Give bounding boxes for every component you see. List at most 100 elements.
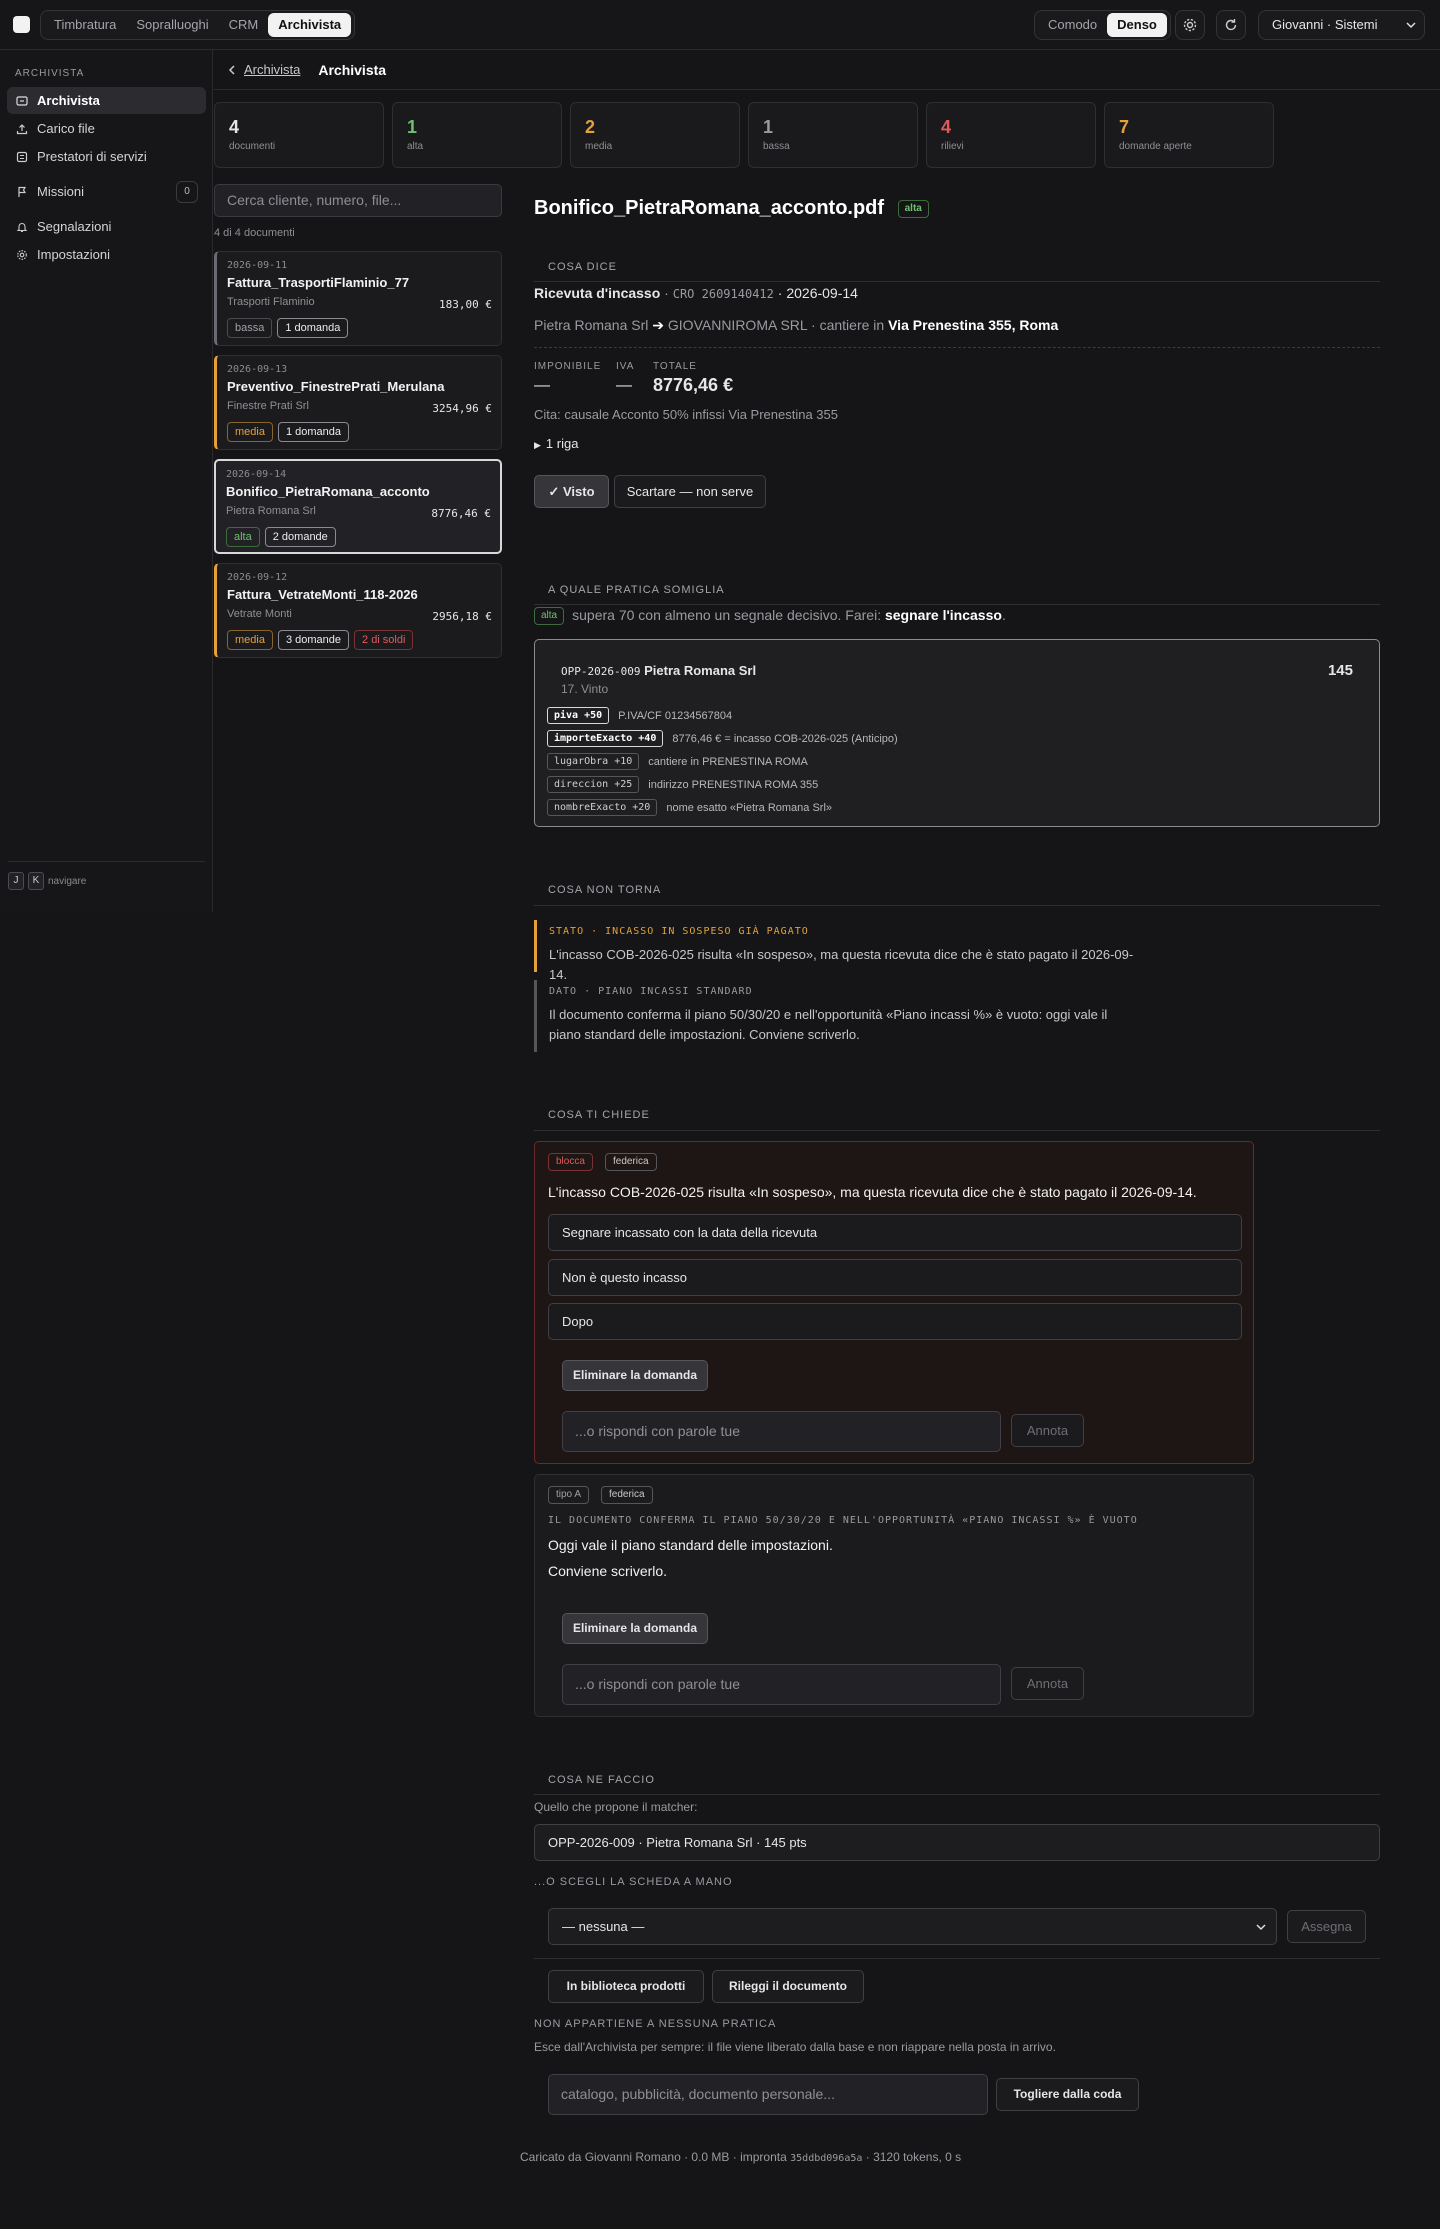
settings-button[interactable] (1175, 10, 1205, 40)
library-button[interactable]: In biblioteca prodotti (548, 1970, 704, 2003)
priority-badge: bassa (227, 318, 273, 338)
document-item[interactable]: 2026-09-13 Preventivo_FinestrePrati_Meru… (214, 355, 502, 450)
divider (534, 1130, 1380, 1131)
sidebar-item-archivista[interactable]: Archivista (7, 87, 206, 114)
document-date: 2026-09-11 (227, 260, 288, 271)
no-practice-text: Esce dall'Archivista per sempre: il file… (534, 2040, 1056, 2054)
stat-alta[interactable]: 1 alta (392, 102, 562, 168)
questions-badge: 2 domande (264, 527, 336, 547)
document-name: Fattura_VetrateMonti_118-2026 (227, 587, 418, 602)
no-practice-label: NON APPARTIENE A NESSUNA PRATICA (534, 2018, 777, 2030)
stat-media[interactable]: 2 media (570, 102, 740, 168)
sidebar-item-carico-file[interactable]: Carico file (7, 115, 206, 142)
free-answer-input[interactable]: ...o rispondi con parole tue (562, 1664, 1001, 1705)
signal-tag: nombreExacto +20 (547, 799, 658, 816)
user-select[interactable]: Giovanni · Sistemi (1258, 10, 1425, 40)
assign-button[interactable]: Assegna (1287, 1910, 1366, 1943)
document-summary: Ricevuta d'incasso · CRO 2609140412 · 20… (534, 285, 858, 301)
proposal-option[interactable]: OPP-2026-009 · Pietra Romana Srl · 145 p… (534, 1824, 1380, 1861)
discard-button[interactable]: Scartare — non serve (614, 475, 766, 508)
delete-question-button[interactable]: Eliminare la domanda (562, 1360, 708, 1391)
delete-question-button[interactable]: Eliminare la domanda (562, 1613, 708, 1644)
iva-value: — (616, 377, 632, 394)
questions-badge: 1 domanda (277, 422, 350, 442)
divider (534, 347, 1380, 348)
annota-button[interactable]: Annota (1011, 1414, 1084, 1447)
totale-label: TOTALE (653, 361, 697, 372)
document-citation: Cita: causale Acconto 50% infissi Via Pr… (534, 407, 838, 422)
sidebar-item-prestatori[interactable]: Prestatori di servizi (7, 143, 206, 170)
density-denso[interactable]: Denso (1107, 13, 1167, 37)
gear-icon (1183, 18, 1197, 32)
question-card: blocca federica L'incasso COB-2026-025 r… (534, 1141, 1254, 1464)
signal-tag: direccion +25 (547, 776, 640, 793)
signal-text: P.IVA/CF 01234567804 (618, 709, 733, 722)
sidebar-item-label: Segnalazioni (37, 219, 112, 234)
answer-option[interactable]: Non è questo incasso (548, 1259, 1242, 1296)
document-amount: 3254,96 € (432, 402, 492, 415)
refresh-button[interactable] (1216, 10, 1246, 40)
document-name: Preventivo_FinestrePrati_Merulana (227, 379, 445, 394)
document-amount: 2956,18 € (432, 610, 492, 623)
app-nav: Timbratura Sopralluoghi CRM Archivista (40, 10, 356, 40)
signal-row: importeExacto +40 8776,46 € = incasso COB… (547, 730, 898, 747)
free-answer-input[interactable]: ...o rispondi con parole tue (562, 1411, 1001, 1452)
answer-option[interactable]: Dopo (548, 1303, 1242, 1340)
question-text: L'incasso COB-2026-025 risulta «In sospe… (548, 1184, 1197, 1200)
document-code: CRO 2609140412 (672, 287, 774, 301)
breadcrumb-back-link[interactable]: Archivista (244, 62, 300, 77)
annota-button[interactable]: Annota (1011, 1667, 1084, 1700)
nav-tab-crm[interactable]: CRM (219, 13, 269, 37)
footer-text: · 3120 tokens, 0 s (865, 2150, 962, 2164)
arrow-right-icon: ➔ (652, 317, 665, 333)
match-summary: alta supera 70 con almeno un segnale deci… (534, 607, 1006, 626)
stat-documenti[interactable]: 4 documenti (214, 102, 384, 168)
document-date: · 2026-09-14 (777, 285, 858, 301)
section-heading-pratica: A QUALE PRATICA SOMIGLIA (548, 584, 725, 596)
rows-toggle[interactable]: ▶ 1 riga (534, 436, 578, 451)
opportunity-select[interactable]: — nessuna — (548, 1908, 1277, 1945)
document-search-input[interactable]: Cerca cliente, numero, file... (214, 184, 502, 217)
stat-bassa[interactable]: 1 bassa (748, 102, 918, 168)
divider (534, 604, 1380, 605)
signal-text: indirizzo PRENESTINA ROMA 355 (648, 778, 819, 791)
match-card[interactable]: OPP-2026-009 Pietra Romana Srl 17. Vinto… (534, 639, 1380, 827)
reread-button[interactable]: Rileggi il documento (712, 1970, 864, 2003)
remove-from-queue-button[interactable]: Togliere dalla coda (996, 2078, 1139, 2111)
sidebar: ARCHIVISTA Archivista Carico file Presta… (0, 50, 213, 912)
stat-value: 4 (941, 117, 952, 137)
stat-value: 7 (1119, 117, 1130, 137)
party-to: GIOVANNIROMA SRL · cantiere in (667, 317, 885, 333)
document-item-selected[interactable]: 2026-09-14 Bonifico_PietraRomana_acconto… (214, 459, 502, 554)
density-comodo[interactable]: Comodo (1038, 13, 1107, 37)
issue-key: DATO · PIANO INCASSI STANDARD (549, 986, 753, 997)
confidence-badge: alta (897, 200, 929, 218)
signal-text: 8776,46 € = incasso COB-2026-025 (Antici… (672, 732, 898, 745)
nav-tab-timbratura[interactable]: Timbratura (44, 13, 126, 37)
seen-button[interactable]: ✓ Visto (534, 475, 609, 508)
stat-rilievi[interactable]: 4 rilievi (926, 102, 1096, 168)
document-footer: Caricato da Giovanni Romano · 0.0 MB · i… (520, 2150, 961, 2164)
chevron-left-icon[interactable] (228, 64, 236, 75)
sidebar-item-segnalazioni[interactable]: Segnalazioni (7, 213, 206, 240)
signal-text: cantiere in PRENESTINA ROMA (648, 755, 808, 768)
manual-label: ...O SCEGLI LA SCHEDA A MANO (534, 1876, 733, 1888)
answer-option[interactable]: Segnare incassato con la data della rice… (548, 1214, 1242, 1251)
punctuation: . (1001, 607, 1006, 623)
document-item[interactable]: 2026-09-12 Fattura_VetrateMonti_118-2026… (214, 563, 502, 658)
sidebar-item-impostazioni[interactable]: Impostazioni (7, 241, 206, 268)
nav-tab-archivista[interactable]: Archivista (268, 13, 352, 37)
stat-domande-aperte[interactable]: 7 domande aperte (1104, 102, 1274, 168)
nav-tab-sopralluoghi[interactable]: Sopralluoghi (126, 13, 218, 37)
divider (534, 905, 1380, 906)
rows-label: 1 riga (545, 436, 579, 451)
document-date: 2026-09-12 (227, 572, 288, 583)
stat-value: 4 (229, 117, 240, 137)
separator: · (660, 285, 673, 301)
kbd-j: J (8, 872, 24, 890)
footer-hash: 35ddbd096a5a (790, 2153, 863, 2164)
divider (534, 1794, 1380, 1795)
reason-input[interactable]: catalogo, pubblicità, documento personal… (548, 2074, 988, 2115)
document-item[interactable]: 2026-09-11 Fattura_TrasportiFlaminio_77 … (214, 251, 502, 346)
sidebar-item-missioni[interactable]: Missioni 0 (7, 178, 206, 205)
